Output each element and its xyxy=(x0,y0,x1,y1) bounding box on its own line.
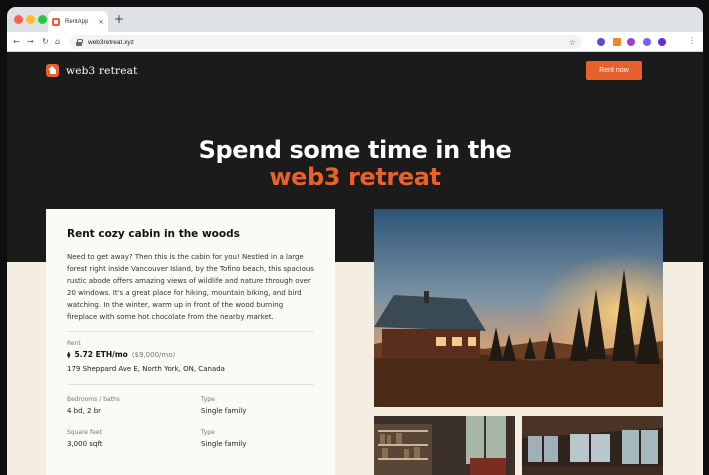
extension-icon[interactable] xyxy=(643,38,651,46)
hero-highlight: web3 retreat xyxy=(269,163,441,191)
detail-bedrooms: Bedrooms / baths 4 bd, 2 br xyxy=(67,396,201,415)
interior-photo-library[interactable] xyxy=(374,416,515,475)
favicon-icon xyxy=(52,17,60,26)
price-usd: ($9,000/mo) xyxy=(131,351,176,359)
interior-photo-living-room[interactable] xyxy=(522,416,663,475)
bookmark-star-icon[interactable]: ☆ xyxy=(569,38,576,47)
browser-menu-icon[interactable]: ⋮ xyxy=(688,36,696,45)
tab-close-icon[interactable]: × xyxy=(98,18,104,26)
detail-value: Single family xyxy=(201,440,247,448)
maximize-window-button[interactable] xyxy=(38,15,47,24)
tab-rentapp[interactable]: RentApp × xyxy=(48,11,108,32)
extension-icon[interactable] xyxy=(627,38,635,46)
divider xyxy=(67,331,314,332)
minimize-window-button[interactable] xyxy=(26,15,35,24)
reload-icon[interactable]: ↻ xyxy=(42,37,49,46)
price-eth: 5.72 ETH/mo xyxy=(74,350,128,359)
detail-label: Type xyxy=(201,429,215,436)
hero-title: Spend some time in the xyxy=(198,136,512,164)
listing-card: Rent cozy cabin in the woods Need to get… xyxy=(46,209,335,475)
detail-value: 4 bd, 2 br xyxy=(67,407,102,415)
detail-value: 3,000 sqft xyxy=(67,440,103,448)
logo-text: web3 retreat xyxy=(66,64,138,77)
listing-details: Bedrooms / baths 4 bd, 2 br Type Single … xyxy=(67,396,314,448)
detail-square-feet: Square feet 3,000 sqft xyxy=(67,429,201,448)
tab-strip: RentApp × + xyxy=(7,7,703,32)
metamask-icon[interactable] xyxy=(613,38,621,46)
close-window-button[interactable] xyxy=(14,15,23,24)
detail-type: Type Single family xyxy=(201,429,311,448)
detail-type: Type Single family xyxy=(201,396,311,415)
detail-label: Bedrooms / baths xyxy=(67,396,120,403)
extension-icon[interactable] xyxy=(597,38,605,46)
home-icon xyxy=(46,64,59,77)
rent-label: Rent xyxy=(67,340,81,347)
profile-avatar[interactable] xyxy=(658,38,666,46)
rent-now-button[interactable]: Rent now xyxy=(586,61,642,80)
site-logo[interactable]: web3 retreat xyxy=(46,64,138,77)
detail-label: Type xyxy=(201,396,215,403)
browser-toolbar: ← → ↻ ⌂ web3retreat.xyz ☆ ⋮ xyxy=(7,32,703,52)
home-button-icon[interactable]: ⌂ xyxy=(55,37,60,46)
page-viewport: web3 retreat Rent now Spend some time in… xyxy=(7,52,703,475)
ethereum-icon: ⧫ xyxy=(67,351,71,359)
listing-address: 179 Sheppard Ave E, North York, ON, Cana… xyxy=(67,365,225,373)
price-row: ⧫ 5.72 ETH/mo ($9,000/mo) xyxy=(67,350,314,359)
tab-title: RentApp xyxy=(65,18,89,25)
new-tab-button[interactable]: + xyxy=(114,13,124,25)
listing-title: Rent cozy cabin in the woods xyxy=(67,228,240,240)
back-icon[interactable]: ← xyxy=(13,37,20,46)
address-bar[interactable]: web3retreat.xyz ☆ xyxy=(70,35,582,49)
cabin-photo-main[interactable] xyxy=(374,209,663,407)
lock-icon xyxy=(76,39,83,46)
detail-value: Single family xyxy=(201,407,247,415)
forward-icon[interactable]: → xyxy=(27,37,34,46)
divider xyxy=(67,384,314,385)
url-text: web3retreat.xyz xyxy=(88,38,134,46)
detail-label: Square feet xyxy=(67,429,102,436)
browser-window: RentApp × + ← → ↻ ⌂ web3retreat.xyz ☆ ⋮ … xyxy=(7,7,703,475)
listing-description: Need to get away? Then this is the cabin… xyxy=(67,253,314,321)
